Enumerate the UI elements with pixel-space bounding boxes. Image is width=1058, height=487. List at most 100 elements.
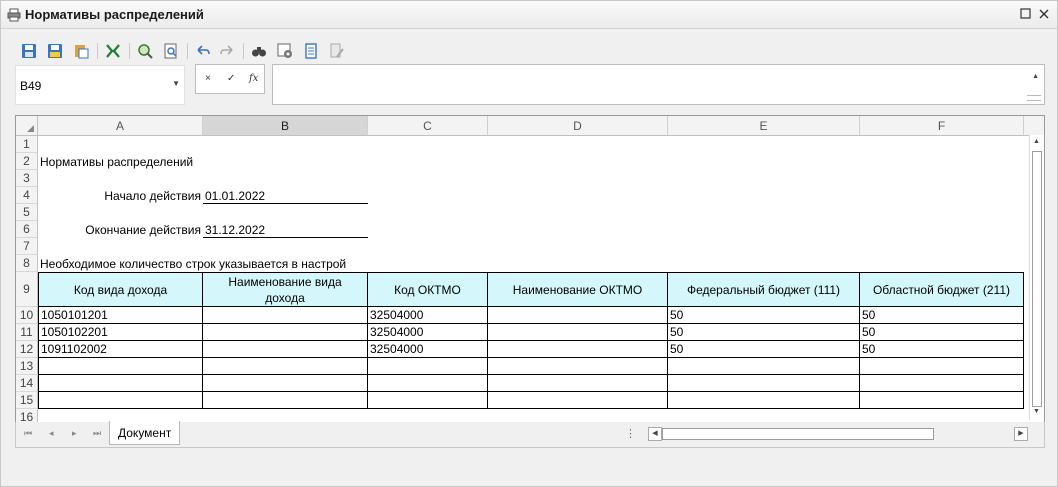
header-oktmo-code[interactable]: Код ОКТМО xyxy=(368,272,488,307)
column-header-a[interactable]: A xyxy=(38,116,203,136)
header-income-code[interactable]: Код вида дохода xyxy=(38,272,203,307)
table-cell[interactable] xyxy=(203,375,368,392)
row-header[interactable]: 12 xyxy=(16,341,38,358)
rows-count-note[interactable]: Необходимое количество строк указывается… xyxy=(40,256,368,272)
table-cell[interactable]: 32504000 xyxy=(368,341,488,358)
column-header-e[interactable]: E xyxy=(668,116,860,136)
table-cell[interactable]: 1091102002 xyxy=(38,341,203,358)
table-cell[interactable]: 50 xyxy=(668,341,860,358)
row-header[interactable]: 11 xyxy=(16,324,38,341)
select-all-corner[interactable] xyxy=(16,116,38,136)
start-date-value[interactable]: 01.01.2022 xyxy=(203,188,368,204)
table-cell[interactable]: 1050102201 xyxy=(38,324,203,341)
redo-button[interactable] xyxy=(217,41,237,61)
header-oktmo-name[interactable]: Наименование ОКТМО xyxy=(488,272,668,307)
horizontal-scrollbar[interactable]: ◀ ▶ xyxy=(648,426,1030,442)
table-cell[interactable] xyxy=(38,375,203,392)
spreadsheet[interactable]: A B C D E F 1 2 3 4 5 6 7 8 9 10 11 12 1… xyxy=(15,115,1045,423)
close-icon[interactable] xyxy=(1037,7,1051,21)
resize-grip[interactable] xyxy=(1027,95,1041,101)
row-header[interactable]: 10 xyxy=(16,307,38,324)
column-header-f[interactable]: F xyxy=(860,116,1024,136)
table-cell[interactable] xyxy=(488,307,668,324)
sheet-tab-document[interactable]: Документ xyxy=(109,421,181,445)
report-button[interactable] xyxy=(301,41,321,61)
splitter-handle-icon[interactable]: ⋮ xyxy=(625,427,636,440)
preview-button[interactable] xyxy=(161,41,181,61)
row-header[interactable]: 13 xyxy=(16,358,38,375)
previous-sheet-icon[interactable]: ◂ xyxy=(49,428,54,439)
scroll-up-icon[interactable]: ▲ xyxy=(1033,138,1040,145)
table-cell[interactable] xyxy=(203,358,368,375)
row-header[interactable]: 14 xyxy=(16,375,38,392)
scroll-right-icon[interactable]: ▶ xyxy=(1014,427,1028,441)
table-cell[interactable] xyxy=(368,392,488,409)
table-cell[interactable]: 50 xyxy=(668,307,860,324)
row-header[interactable]: 6 xyxy=(16,221,38,238)
row-header[interactable]: 16 xyxy=(16,409,38,422)
row-header[interactable]: 2 xyxy=(16,153,38,170)
table-cell[interactable]: 1050101201 xyxy=(38,307,203,324)
save-as-button[interactable] xyxy=(45,41,65,61)
cell-reference-box[interactable]: B49 ▼ xyxy=(15,65,185,105)
row-header[interactable]: 15 xyxy=(16,392,38,409)
table-cell[interactable]: 50 xyxy=(860,324,1024,341)
scroll-down-icon[interactable]: ▼ xyxy=(1033,408,1040,415)
table-cell[interactable] xyxy=(368,375,488,392)
row-header[interactable]: 4 xyxy=(16,187,38,204)
column-header-b[interactable]: B xyxy=(203,116,368,136)
report-title[interactable]: Нормативы распределений xyxy=(40,154,193,170)
edit-button[interactable] xyxy=(327,41,347,61)
end-date-label[interactable]: Окончание действия xyxy=(40,222,201,238)
row-header[interactable]: 8 xyxy=(16,255,38,272)
table-cell[interactable]: 50 xyxy=(860,341,1024,358)
find-button[interactable] xyxy=(135,41,155,61)
table-cell[interactable] xyxy=(203,307,368,324)
table-cell[interactable] xyxy=(488,375,668,392)
formula-input[interactable]: ▲ xyxy=(272,64,1045,105)
table-cell[interactable] xyxy=(203,324,368,341)
function-button[interactable]: fx xyxy=(249,73,258,84)
row-header[interactable]: 3 xyxy=(16,170,38,187)
table-cell[interactable] xyxy=(860,358,1024,375)
horizontal-scroll-thumb[interactable] xyxy=(662,428,934,440)
last-sheet-icon[interactable]: ⏭ xyxy=(93,428,101,439)
next-sheet-icon[interactable]: ▸ xyxy=(72,428,77,439)
excel-export-button[interactable] xyxy=(103,41,123,61)
table-cell[interactable] xyxy=(860,375,1024,392)
undo-button[interactable] xyxy=(193,41,213,61)
table-cell[interactable] xyxy=(203,341,368,358)
binoculars-button[interactable] xyxy=(249,41,269,61)
header-federal-budget[interactable]: Федеральный бюджет (111) xyxy=(668,272,860,307)
row-header[interactable]: 5 xyxy=(16,204,38,221)
vertical-scroll-thumb[interactable] xyxy=(1032,151,1042,407)
row-header[interactable]: 7 xyxy=(16,238,38,255)
table-cell[interactable]: 50 xyxy=(860,307,1024,324)
row-header[interactable]: 1 xyxy=(16,136,38,153)
save-button[interactable] xyxy=(19,41,39,61)
end-date-value[interactable]: 31.12.2022 xyxy=(203,222,368,238)
chevron-down-icon[interactable]: ▼ xyxy=(172,79,180,88)
table-cell[interactable]: 32504000 xyxy=(368,307,488,324)
confirm-button[interactable]: ✓ xyxy=(227,73,235,84)
start-date-label[interactable]: Начало действия xyxy=(40,188,201,204)
first-sheet-icon[interactable]: ⏮ xyxy=(24,428,32,439)
table-cell[interactable] xyxy=(488,358,668,375)
table-cell[interactable]: 32504000 xyxy=(368,324,488,341)
header-income-name[interactable]: Наименование вида дохода xyxy=(203,272,368,307)
table-cell[interactable] xyxy=(668,375,860,392)
table-cell[interactable] xyxy=(488,341,668,358)
column-header-d[interactable]: D xyxy=(488,116,668,136)
table-cell[interactable] xyxy=(38,392,203,409)
table-cell[interactable] xyxy=(38,358,203,375)
table-cell[interactable] xyxy=(488,324,668,341)
table-cell[interactable] xyxy=(860,392,1024,409)
table-cell[interactable] xyxy=(488,392,668,409)
table-cell[interactable]: 50 xyxy=(668,324,860,341)
settings-button[interactable] xyxy=(275,41,295,61)
column-header-c[interactable]: C xyxy=(368,116,488,136)
row-header[interactable]: 9 xyxy=(16,272,38,307)
table-cell[interactable] xyxy=(368,358,488,375)
maximize-icon[interactable] xyxy=(1019,7,1033,21)
header-regional-budget[interactable]: Областной бюджет (211) xyxy=(860,272,1024,307)
